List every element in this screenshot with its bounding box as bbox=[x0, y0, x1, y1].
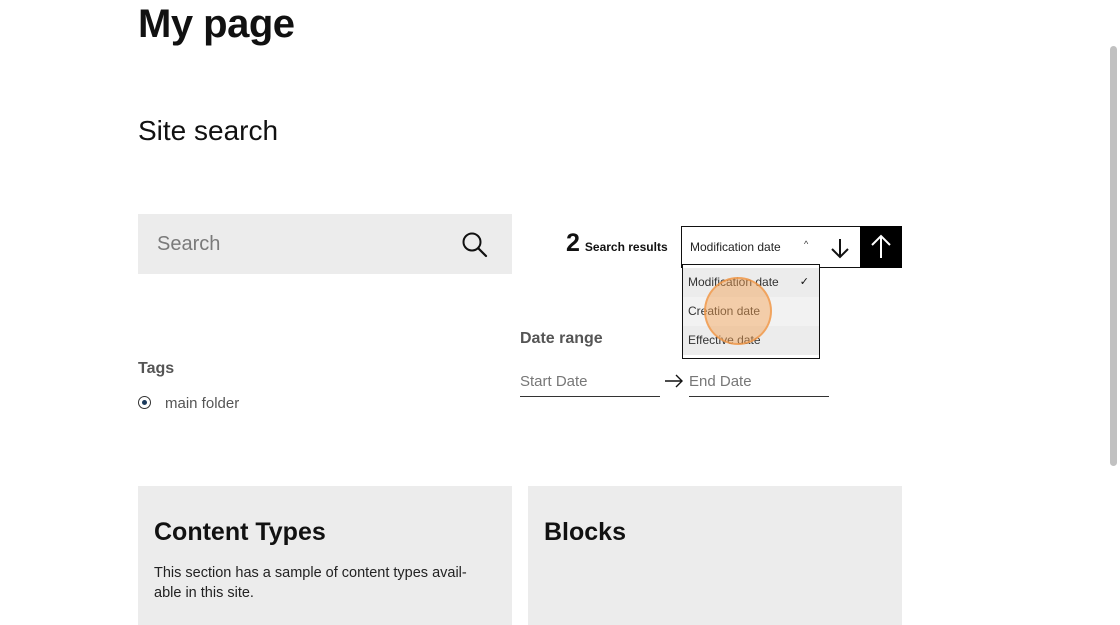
sort-select[interactable]: Modification date ^ bbox=[681, 226, 860, 268]
search-input[interactable] bbox=[138, 214, 448, 274]
search-heading: Site search bbox=[138, 115, 279, 146]
sort-option-label: Effective date bbox=[688, 333, 761, 347]
sort-option-effective-date[interactable]: Effective date bbox=[683, 326, 819, 355]
sort-option-modification-date[interactable]: Modification date ✓ bbox=[683, 268, 819, 297]
chevron-up-icon: ^ bbox=[804, 239, 809, 249]
date-range-label: Date range bbox=[520, 330, 603, 347]
search-icon[interactable] bbox=[460, 230, 490, 260]
arrow-right-icon bbox=[665, 374, 683, 388]
tag-label-main-folder[interactable]: main folder bbox=[165, 395, 239, 412]
results-count: 2 bbox=[566, 229, 580, 257]
sort-option-creation-date[interactable]: Creation date bbox=[683, 297, 819, 326]
page-scrollbar[interactable] bbox=[1108, 0, 1120, 625]
sort-dropdown: Modification date ✓ Creation date Effect… bbox=[682, 264, 820, 359]
results-summary: 2 Search results bbox=[566, 229, 668, 258]
check-icon: ✓ bbox=[799, 276, 809, 288]
card-title: Content Types bbox=[154, 518, 326, 546]
card-content-types[interactable]: Content Types This section has a sample … bbox=[138, 486, 512, 625]
results-label: Search results bbox=[584, 240, 668, 254]
start-date-input[interactable] bbox=[520, 367, 660, 397]
page-title: My page bbox=[138, 2, 295, 46]
scrollbar-thumb[interactable] bbox=[1110, 46, 1117, 466]
arrow-down-icon[interactable] bbox=[828, 236, 852, 260]
arrow-up-icon bbox=[871, 234, 891, 258]
search-box bbox=[138, 214, 512, 274]
sort-option-label: Creation date bbox=[688, 304, 761, 318]
sort-option-label: Modification date bbox=[688, 275, 779, 289]
end-date-input[interactable] bbox=[689, 367, 829, 397]
card-blocks[interactable]: Blocks bbox=[528, 486, 902, 625]
tags-label: Tags bbox=[138, 360, 175, 377]
card-text: This section has a sample of content typ… bbox=[154, 565, 467, 601]
sort-selected-value: Modification date bbox=[690, 240, 781, 254]
sort-ascending-button[interactable] bbox=[860, 226, 902, 268]
tag-radio-main-folder[interactable] bbox=[138, 396, 151, 409]
card-title: Blocks bbox=[544, 518, 626, 546]
